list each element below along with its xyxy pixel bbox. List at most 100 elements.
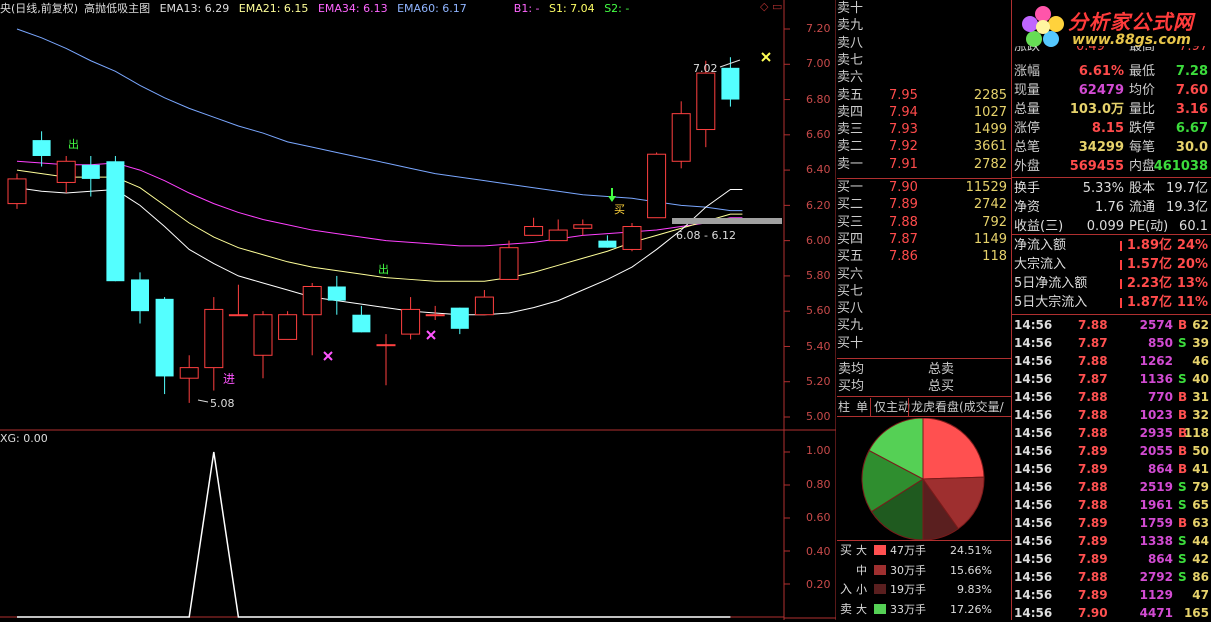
tick-count: 46 — [1192, 354, 1209, 368]
level-volume: 11529 — [965, 180, 1007, 195]
sell-level-1[interactable]: 卖十 — [837, 0, 1009, 18]
low-arrow — [197, 399, 209, 403]
candle-body — [106, 161, 125, 282]
stat-key: 净资 — [1014, 200, 1041, 215]
level-name: 卖六 — [837, 70, 864, 86]
level-volume: 2782 — [973, 156, 1007, 172]
order-flow-pie — [861, 418, 985, 540]
buy-level-9[interactable]: 买九 — [837, 317, 1009, 335]
candle-body — [204, 308, 224, 369]
tick-count: 44 — [1192, 534, 1209, 548]
level-volume: 1027 — [973, 104, 1007, 120]
buy-level-6[interactable]: 买六 — [837, 266, 1009, 284]
tick-volume: 2055 — [1139, 444, 1173, 458]
sell-level-4[interactable]: 卖七 — [837, 52, 1009, 70]
chart-corner-icons[interactable]: ◇ ▭ — [760, 0, 782, 13]
sell-level-8[interactable]: 卖三 7.93 1499 — [837, 121, 1009, 139]
tick-price: 7.87 — [1078, 336, 1108, 350]
flow-value: 2.23亿 — [1126, 276, 1172, 291]
site-logo: 分析家公式网 www.88gs.com — [1016, 2, 1208, 52]
tab-bar: 柱 单 仅主动 龙虎看盘(成交量/笔 — [836, 398, 1014, 432]
tick-volume: 2519 — [1139, 480, 1173, 494]
tick-count: 118 — [1183, 426, 1209, 440]
stat-row: 外盘 569455 内盘 461038 — [1014, 158, 1210, 176]
level-name: 卖十 — [837, 1, 864, 16]
tick-volume: 2792 — [1139, 570, 1173, 584]
sell-level-5[interactable]: 卖六 — [837, 69, 1009, 87]
stat-value: 6.61% — [1078, 64, 1124, 79]
indicator-tick-label: 1.00 — [806, 444, 831, 457]
tick-volume: 1023 — [1139, 408, 1173, 422]
range-label: 6.08 - 6.12 — [676, 229, 736, 242]
tick-side: B — [1178, 408, 1188, 422]
level-name: 卖三 — [837, 122, 864, 138]
buy-level-2[interactable]: 买二 7.89 2742 — [837, 196, 1009, 214]
candle-body — [598, 240, 617, 248]
tick-time: 14:56 — [1014, 372, 1053, 386]
level-volume: 3661 — [973, 139, 1007, 155]
kline-chart[interactable]: 7.025.086.08 - 6.12出出进买 — [0, 0, 836, 620]
buy-level-4[interactable]: 买四 7.87 1149 — [837, 231, 1009, 249]
tick-time: 14:56 — [1014, 552, 1053, 566]
tick-time: 14:56 — [1014, 498, 1053, 512]
tick-price: 7.87 — [1078, 372, 1108, 386]
buy-level-1[interactable]: 买一 7.90 11529 — [837, 179, 1009, 197]
stat-key: 涨跌 — [1014, 46, 1041, 54]
sell-level-9[interactable]: 卖二 7.92 3661 — [837, 138, 1009, 156]
tick-price: 7.89 — [1078, 588, 1108, 602]
level-name: 卖八 — [837, 35, 864, 51]
tick-price: 7.88 — [1078, 408, 1108, 422]
order-volume: 47万手 — [890, 544, 926, 557]
order-size: 大 — [856, 602, 867, 616]
level-name: 卖四 — [837, 104, 864, 120]
low-price-label: 5.08 — [210, 397, 235, 410]
tick-volume: 1136 — [1139, 372, 1173, 386]
sell-level-10[interactable]: 卖一 7.91 2782 — [837, 156, 1009, 174]
sell-level-3[interactable]: 卖八 — [837, 35, 1009, 53]
flow-row: 5日大宗流入 1.87亿 11% — [1014, 294, 1210, 312]
indicator-line — [17, 451, 731, 618]
buy-level-8[interactable]: 买八 — [837, 300, 1009, 318]
tab-bar-chart[interactable]: 柱 — [838, 398, 850, 416]
buy-level-10[interactable]: 买十 — [837, 335, 1009, 353]
sell-level-7[interactable]: 卖四 7.94 1027 — [837, 104, 1009, 122]
candle-body — [7, 178, 27, 205]
level-name: 买五 — [837, 249, 864, 265]
stat-key: 每笔 — [1129, 140, 1156, 155]
candle-body — [302, 285, 322, 316]
tab-single[interactable]: 单 — [856, 398, 868, 416]
buy-level-7[interactable]: 买七 — [837, 283, 1009, 301]
tick-row: 14:56 7.88 1961 S 65 — [1014, 496, 1211, 514]
avg-sell-label: 卖均 — [838, 362, 865, 377]
stat-value: 30.0 — [1175, 140, 1208, 155]
flow-value: 1.89亿 — [1126, 238, 1172, 253]
tick-price: 7.89 — [1078, 516, 1108, 530]
price-tick-label: 5.40 — [806, 339, 831, 353]
buy-level-3[interactable]: 买三 7.88 792 — [837, 214, 1009, 232]
legend-ema21: EMA21: 6.15 — [238, 2, 309, 15]
order-size: 大 — [856, 544, 867, 557]
tick-side: S — [1178, 336, 1187, 350]
tab-active-only[interactable]: 仅主动 — [874, 398, 910, 416]
candle-body — [131, 279, 149, 312]
buy-cross-icon — [426, 330, 436, 340]
price-tick-label: 7.00 — [806, 57, 831, 71]
stat-value: 1.76 — [1095, 200, 1124, 215]
sell-level-6[interactable]: 卖五 7.95 2285 — [837, 87, 1009, 105]
tick-side: S — [1178, 372, 1187, 386]
tick-price: 7.88 — [1078, 390, 1108, 404]
tick-time: 14:56 — [1014, 354, 1053, 368]
stat-value: 103.0万 — [1069, 102, 1124, 117]
stats-divider — [1012, 314, 1211, 315]
level-name: 买十 — [837, 335, 864, 351]
tick-time: 14:56 — [1014, 480, 1053, 494]
tick-side: S — [1178, 498, 1187, 512]
stat-row-partial: 涨跌 0.49 最高 7.97 — [1014, 46, 1210, 56]
candle-body — [253, 314, 273, 356]
buy-level-5[interactable]: 买五 7.86 118 — [837, 248, 1009, 266]
flow-percent: 20% — [1176, 257, 1208, 272]
sell-level-2[interactable]: 卖九 — [837, 17, 1009, 35]
stat-key: 内盘 — [1129, 159, 1156, 174]
level-volume: 2742 — [973, 197, 1007, 213]
tick-count: 50 — [1192, 444, 1209, 458]
